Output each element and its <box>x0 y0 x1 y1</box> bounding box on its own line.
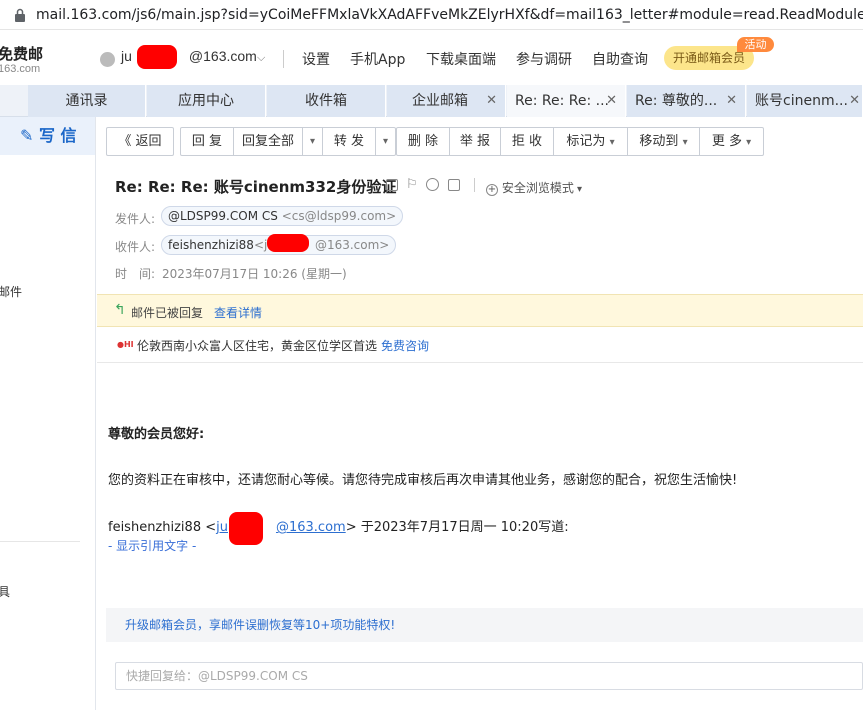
ad-banner: ●HI 伦敦西南小众富人区住宅，黄金区位学区首选 免费咨询 <box>97 328 863 363</box>
desktop-download-link[interactable]: 下载桌面端 <box>426 49 496 69</box>
sender-chip[interactable]: @LDSP99.COM CS <cs@ldsp99.com> <box>161 206 404 226</box>
report-button[interactable]: 举 报 <box>449 127 501 156</box>
url-text: mail.163.com/js6/main.jsp?sid=yCoiMeFFMx… <box>36 7 863 23</box>
clock-icon[interactable] <box>426 178 439 191</box>
logo-domain: 163.com <box>0 63 41 75</box>
chevron-down-icon: ▾ <box>573 184 583 195</box>
sidebar: ✎ 写 信 邮件 具 <box>0 117 96 710</box>
settings-link[interactable]: 设置 <box>302 49 330 69</box>
greeting: 尊敬的会员您好: <box>108 427 205 442</box>
sidebar-item-mail[interactable]: 邮件 <box>0 283 22 300</box>
lock-icon <box>15 8 25 22</box>
tab-mail-3[interactable]: 账号cinenm... ✕ <box>747 85 863 117</box>
ad-logo-icon: ●HI <box>117 340 134 349</box>
body-paragraph: 您的资料正在审核中，还请您耐心等候。请您待完成审核后再次申请其他业务，感谢您的配… <box>108 473 738 488</box>
upgrade-promo[interactable]: 升级邮箱会员，享邮件误删恢复等10+项功能特权! <box>106 608 863 642</box>
more-button[interactable]: 更 多 ▾ <box>699 127 764 156</box>
mail-header: 免费邮 163.com ju @163.com ⌵ 设置 手机App 下载桌面端 … <box>0 31 863 85</box>
chevron-down-icon[interactable]: ▾ <box>303 127 323 156</box>
forward-button[interactable]: 转 发 <box>322 127 376 156</box>
chevron-down-icon: ▾ <box>746 137 752 148</box>
mark-as-button[interactable]: 标记为 ▾ <box>553 127 628 156</box>
reply-all-button[interactable]: 回复全部 <box>233 127 303 156</box>
chevron-down-icon[interactable]: ⌵ <box>257 51 265 65</box>
tab-mail-2[interactable]: Re: 尊敬的... ✕ <box>627 85 746 117</box>
chevron-down-icon: ▾ <box>609 137 615 148</box>
move-to-button[interactable]: 移动到 ▾ <box>627 127 700 156</box>
compose-button[interactable]: ✎ 写 信 <box>0 117 95 155</box>
back-button[interactable]: 《 返回 <box>106 127 174 156</box>
print-icon[interactable] <box>448 179 460 191</box>
plus-circle-icon: + <box>486 184 498 196</box>
promo-badge: 活动 <box>737 37 774 52</box>
logo-text: 免费邮 <box>0 45 44 63</box>
quick-reply-input[interactable]: 快捷回复给：@LDSP99.COM CS <box>115 662 863 690</box>
survey-link[interactable]: 参与调研 <box>516 49 572 69</box>
pencil-icon: ✎ <box>20 126 34 145</box>
view-details-link[interactable]: 查看详情 <box>214 304 262 321</box>
replied-text: 邮件已被回复 <box>131 306 204 320</box>
safe-mode-toggle[interactable]: + 安全浏览模式 ▾ <box>486 179 582 196</box>
mobile-app-link[interactable]: 手机App <box>350 49 405 69</box>
ad-link[interactable]: 免费咨询 <box>381 337 429 354</box>
time-label: 时 间: <box>115 267 156 281</box>
quote-header: feishenzhizi88 <ju @163.com> 于2023年7月17日周… <box>108 520 569 535</box>
tab-current-mail[interactable]: Re: Re: Re: ... ✕ <box>507 85 626 117</box>
replied-notice: ↰ 邮件已被回复 查看详情 <box>97 294 863 327</box>
redaction-mark <box>137 45 177 69</box>
tab-contacts[interactable]: 通讯录 <box>28 85 146 117</box>
close-icon[interactable]: ✕ <box>726 85 737 117</box>
reply-button[interactable]: 回 复 <box>180 127 234 156</box>
divider <box>474 178 475 192</box>
redaction-mark <box>229 512 263 545</box>
tab-inbox[interactable]: 收件箱 <box>267 85 386 117</box>
chevron-down-icon: ▾ <box>682 137 688 148</box>
close-icon[interactable]: ✕ <box>606 85 617 117</box>
mail-subject: Re: Re: Re: 账号cinenm332身份验证 <box>115 178 397 196</box>
reply-arrow-icon: ↰ <box>114 302 126 318</box>
show-quoted-text-link[interactable]: - 显示引用文字 - <box>108 537 196 554</box>
flag-icon[interactable]: ⚐ <box>406 177 418 192</box>
divider <box>0 541 80 542</box>
self-service-link[interactable]: 自助查询 <box>592 49 648 69</box>
address-bar[interactable]: mail.163.com/js6/main.jsp?sid=yCoiMeFFMx… <box>0 0 863 30</box>
reject-button[interactable]: 拒 收 <box>500 127 554 156</box>
to-label: 收件人: <box>115 240 156 254</box>
tab-app-center[interactable]: 应用中心 <box>147 85 266 117</box>
user-avatar-icon[interactable] <box>100 52 115 67</box>
close-icon[interactable]: ✕ <box>486 85 497 117</box>
mail-time: 2023年07月17日 10:26 (星期一) <box>162 267 347 281</box>
close-icon[interactable]: ✕ <box>849 85 860 117</box>
divider <box>283 50 284 68</box>
chevron-down-icon[interactable]: ▾ <box>376 127 396 156</box>
bookmark-icon[interactable] <box>386 179 398 191</box>
from-label: 发件人: <box>115 212 156 226</box>
ad-text: 伦敦西南小众富人区住宅，黄金区位学区首选 <box>137 339 378 353</box>
tab-bar: 通讯录 应用中心 收件箱 企业邮箱 ✕ Re: Re: Re: ... ✕ Re: … <box>0 85 863 117</box>
tab-enterprise-mail[interactable]: 企业邮箱 ✕ <box>387 85 506 117</box>
delete-button[interactable]: 删 除 <box>396 127 450 156</box>
sidebar-item-tools[interactable]: 具 <box>0 583 10 600</box>
redaction-mark <box>267 234 309 252</box>
